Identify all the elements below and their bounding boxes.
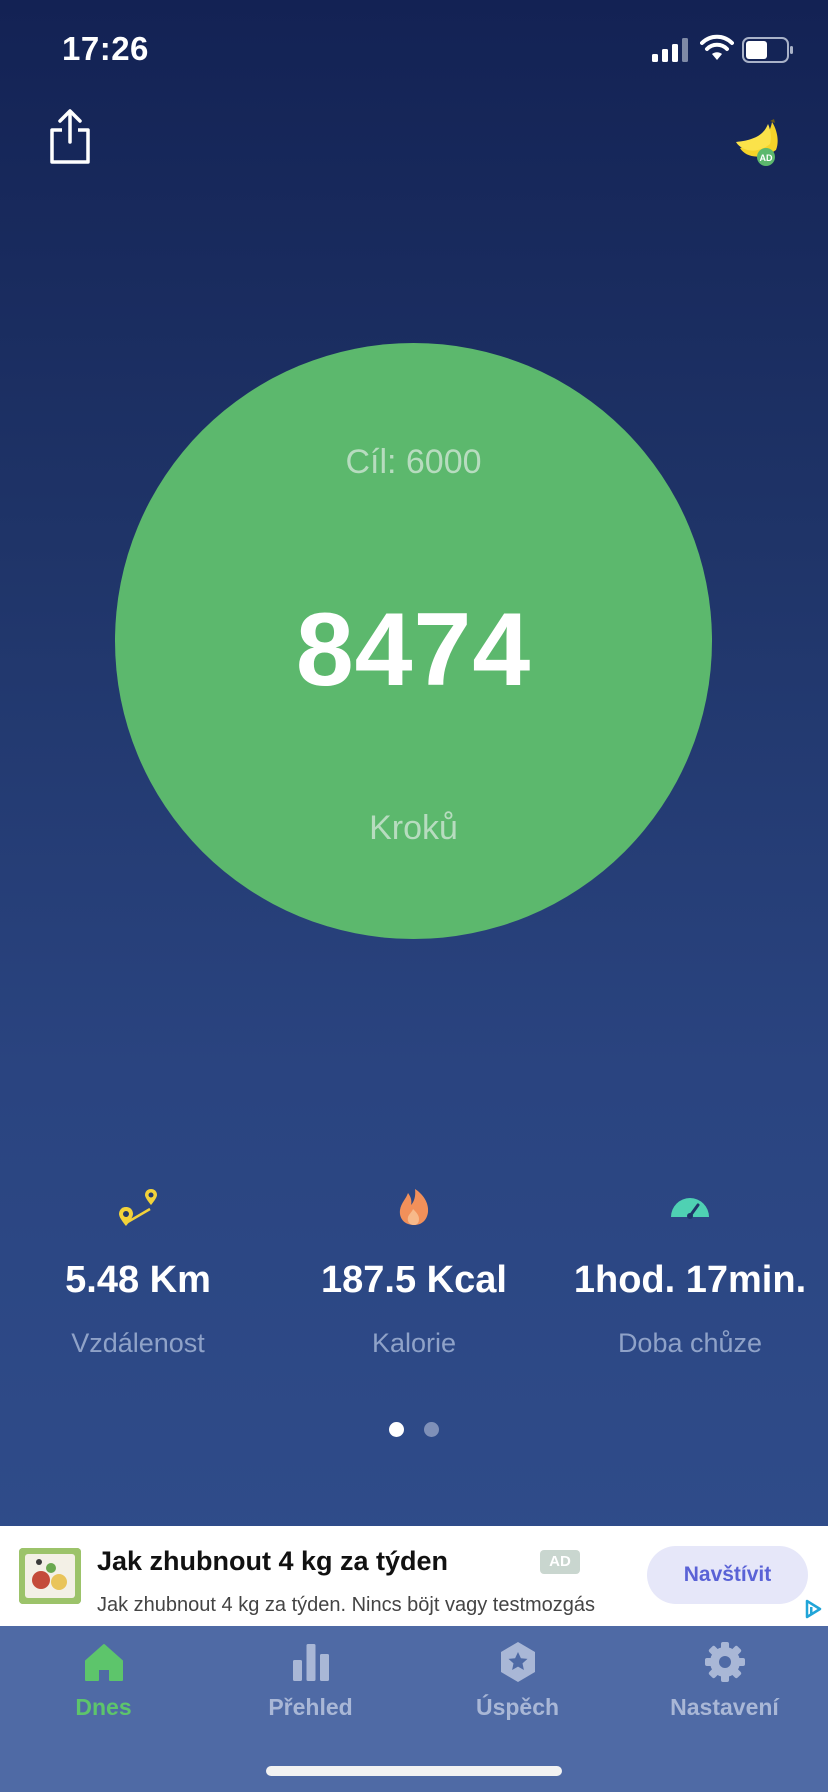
tab-overview[interactable]: Přehled xyxy=(207,1640,414,1750)
banana-ad-icon[interactable]: AD xyxy=(732,118,786,170)
route-pin-icon xyxy=(119,1189,157,1226)
tab-settings[interactable]: Nastavení xyxy=(621,1640,828,1750)
ad-badge: AD xyxy=(540,1550,580,1574)
gear-icon xyxy=(704,1642,745,1682)
tab-today[interactable]: Dnes xyxy=(0,1640,207,1750)
adchoices-icon[interactable] xyxy=(800,1596,826,1622)
page-dot-1[interactable] xyxy=(389,1422,404,1437)
calories-label: Kalorie xyxy=(371,1328,457,1358)
page-dot-2[interactable] xyxy=(424,1422,439,1437)
tab-achievements-label: Úspěch xyxy=(475,1694,560,1720)
home-indicator xyxy=(266,1766,562,1776)
tab-today-label: Dnes xyxy=(75,1694,132,1720)
ad-thumbnail xyxy=(19,1548,81,1604)
home-icon xyxy=(84,1644,123,1681)
status-bar: 17:26 xyxy=(0,0,828,100)
ad-banner[interactable]: Jak zhubnout 4 kg za týden AD Jak zhubno… xyxy=(0,1526,828,1626)
walk-time-value: 1hod. 17min. xyxy=(573,1259,807,1301)
stat-calories: 187.5 Kcal Kalorie xyxy=(276,1185,552,1359)
svg-text:AD: AD xyxy=(760,153,773,163)
flame-icon xyxy=(399,1189,429,1225)
tab-overview-label: Přehled xyxy=(268,1694,353,1720)
bar-chart-icon xyxy=(292,1644,329,1681)
distance-label: Vzdálenost xyxy=(71,1328,205,1358)
battery-icon xyxy=(742,37,793,63)
step-unit-label: Kroků xyxy=(369,809,458,847)
tab-achievements[interactable]: Úspěch xyxy=(414,1640,621,1750)
cellular-signal-icon xyxy=(652,38,688,62)
tab-settings-label: Nastavení xyxy=(670,1694,779,1720)
ad-description: Jak zhubnout 4 kg za týden. Nincs böjt v… xyxy=(97,1594,596,1616)
status-time: 17:26 xyxy=(62,30,149,67)
step-goal: Cíl: 6000 xyxy=(345,443,482,481)
share-button[interactable] xyxy=(46,108,94,166)
achievement-badge-icon xyxy=(500,1642,535,1682)
distance-value: 5.48 Km xyxy=(65,1259,211,1301)
calories-value: 187.5 Kcal xyxy=(321,1259,507,1301)
wifi-icon xyxy=(700,34,734,60)
page-indicator xyxy=(0,1422,828,1437)
stat-walk-time: 1hod. 17min. Doba chůze xyxy=(552,1185,828,1359)
step-count: 8474 xyxy=(295,592,532,708)
ad-visit-button[interactable]: Navštívit xyxy=(647,1546,808,1604)
ad-title: Jak zhubnout 4 kg za týden xyxy=(97,1546,449,1576)
walk-time-label: Doba chůze xyxy=(617,1328,763,1358)
stat-distance: 5.48 Km Vzdálenost xyxy=(0,1185,276,1359)
speedometer-icon xyxy=(671,1198,709,1219)
steps-progress-circle[interactable]: Cíl: 6000 8474 Kroků xyxy=(115,343,712,939)
